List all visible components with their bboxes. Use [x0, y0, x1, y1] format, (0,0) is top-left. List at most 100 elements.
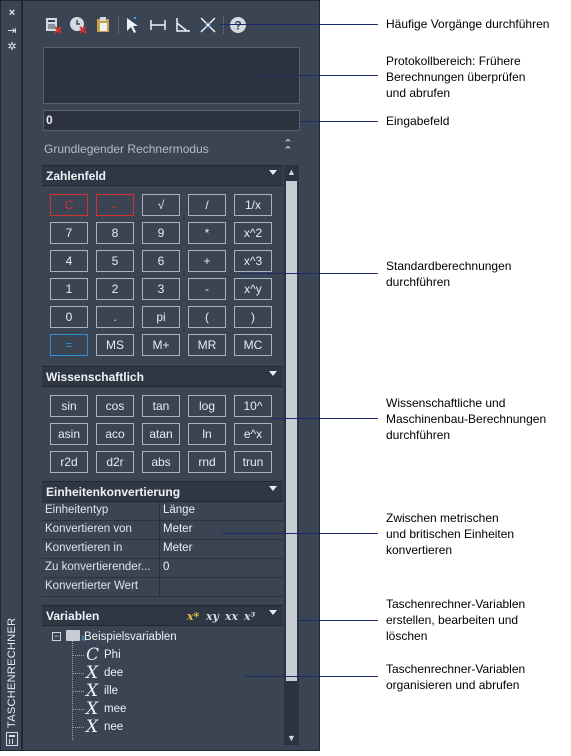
- settings-icon[interactable]: ✲: [5, 41, 19, 53]
- key-button[interactable]: pi: [142, 306, 180, 328]
- function-button[interactable]: log: [188, 395, 226, 417]
- pin-icon[interactable]: ⇥: [5, 25, 19, 37]
- variable-icon: X: [86, 663, 99, 683]
- scroll-thumb[interactable]: [286, 181, 297, 681]
- key-button[interactable]: MS: [96, 334, 134, 356]
- key-button[interactable]: M+: [142, 334, 180, 356]
- key-button[interactable]: -: [188, 278, 226, 300]
- collapse-all-icon[interactable]: ⌃ ⌃: [281, 139, 295, 157]
- function-button[interactable]: abs: [142, 451, 180, 473]
- key-button[interactable]: x^2: [234, 222, 272, 244]
- function-button[interactable]: r2d: [50, 451, 88, 473]
- chevron-down-icon[interactable]: [269, 486, 277, 491]
- key-button[interactable]: 2: [96, 278, 134, 300]
- paste-icon[interactable]: [93, 15, 113, 35]
- distance-icon[interactable]: [148, 15, 168, 35]
- key-button[interactable]: 3: [142, 278, 180, 300]
- input-box[interactable]: 0: [43, 110, 300, 131]
- clear-history-icon[interactable]: [68, 15, 88, 35]
- get-point-icon[interactable]: [123, 15, 143, 35]
- property-row[interactable]: Konvertierter Wert: [42, 578, 283, 597]
- property-value[interactable]: [160, 578, 283, 596]
- return-variable-icon[interactable]: x³: [244, 610, 258, 623]
- key-button[interactable]: 5: [96, 250, 134, 272]
- variable-item[interactable]: C Phi: [42, 646, 283, 664]
- scrollbar[interactable]: ▲ ▼: [284, 165, 299, 745]
- new-variable-icon[interactable]: x*: [187, 610, 201, 623]
- function-button[interactable]: tan: [142, 395, 180, 417]
- clear-icon[interactable]: [43, 15, 63, 35]
- chevron-down-icon[interactable]: [269, 170, 277, 175]
- function-button[interactable]: sin: [50, 395, 88, 417]
- section-title: Wissenschaftlich: [46, 370, 144, 384]
- intersection-icon[interactable]: [198, 15, 218, 35]
- variable-item[interactable]: Xille: [42, 682, 283, 700]
- callout-leader-line: [245, 676, 378, 677]
- key-button[interactable]: √: [142, 194, 180, 216]
- scroll-up-icon[interactable]: ▲: [284, 165, 299, 179]
- key-button[interactable]: 6: [142, 250, 180, 272]
- property-row[interactable]: Konvertieren von Meter: [42, 521, 283, 540]
- callout-text: Zwischen metrischen und britischen Einhe…: [386, 511, 515, 557]
- function-button[interactable]: trun: [234, 451, 272, 473]
- property-value[interactable]: Meter: [160, 521, 283, 539]
- key-button[interactable]: x^3: [234, 250, 272, 272]
- key-button[interactable]: MC: [234, 334, 272, 356]
- function-button[interactable]: d2r: [96, 451, 134, 473]
- function-button[interactable]: 10^: [234, 395, 272, 417]
- property-row[interactable]: Einheitentyp Länge: [42, 502, 283, 521]
- key-button[interactable]: 1/x: [234, 194, 272, 216]
- toolbar: ?: [43, 14, 253, 36]
- key-button[interactable]: +: [188, 250, 226, 272]
- scientific-pad: sin cos tan log 10^ asin aco atan ln e^x r2d d2r abs…: [42, 387, 283, 481]
- key-button[interactable]: 9: [142, 222, 180, 244]
- function-button[interactable]: cos: [96, 395, 134, 417]
- section-header-numpad[interactable]: Zahlenfeld: [42, 165, 283, 186]
- equals-button[interactable]: =: [50, 334, 88, 356]
- edit-variable-icon[interactable]: xy: [206, 610, 220, 623]
- angle-icon[interactable]: [173, 15, 193, 35]
- toolbar-separator: [118, 16, 119, 34]
- variable-item[interactable]: Xmee: [42, 700, 283, 718]
- help-icon[interactable]: ?: [228, 15, 248, 35]
- property-row[interactable]: Konvertieren in Meter: [42, 540, 283, 559]
- property-value[interactable]: Länge: [160, 502, 283, 520]
- key-button[interactable]: .: [96, 306, 134, 328]
- variable-name: dee: [104, 667, 124, 679]
- tree-root[interactable]: − Beispielsvariablen: [42, 628, 283, 646]
- backspace-button[interactable]: ←: [96, 194, 134, 216]
- delete-variable-icon[interactable]: xx: [225, 610, 239, 623]
- collapse-icon[interactable]: −: [52, 632, 61, 641]
- key-button[interactable]: 0: [50, 306, 88, 328]
- key-button[interactable]: x^y: [234, 278, 272, 300]
- function-button[interactable]: asin: [50, 423, 88, 445]
- variable-item[interactable]: Xnee: [42, 718, 283, 736]
- function-button[interactable]: rnd: [188, 451, 226, 473]
- chevron-down-icon[interactable]: [269, 610, 277, 615]
- key-button[interactable]: 7: [50, 222, 88, 244]
- function-button[interactable]: atan: [142, 423, 180, 445]
- property-value[interactable]: 0: [160, 559, 283, 577]
- key-button[interactable]: MR: [188, 334, 226, 356]
- chevron-down-icon[interactable]: [269, 371, 277, 376]
- section-header-scientific[interactable]: Wissenschaftlich: [42, 366, 283, 387]
- key-button[interactable]: /: [188, 194, 226, 216]
- scroll-down-icon[interactable]: ▼: [284, 731, 299, 745]
- function-button[interactable]: ln: [188, 423, 226, 445]
- key-button[interactable]: 1: [50, 278, 88, 300]
- clear-button[interactable]: C: [50, 194, 88, 216]
- key-button[interactable]: ): [234, 306, 272, 328]
- section-header-units[interactable]: Einheitenkonvertierung: [42, 481, 283, 502]
- keypad-row: = MS M+ MR MC: [50, 334, 283, 357]
- property-value[interactable]: Meter: [160, 540, 283, 558]
- key-button[interactable]: (: [188, 306, 226, 328]
- function-button[interactable]: e^x: [234, 423, 272, 445]
- section-header-variables[interactable]: Variablen x* xy xx x³: [42, 605, 283, 626]
- variable-item[interactable]: Xdee: [42, 664, 283, 682]
- key-button[interactable]: 4: [50, 250, 88, 272]
- function-button[interactable]: aco: [96, 423, 134, 445]
- key-button[interactable]: 8: [96, 222, 134, 244]
- close-icon[interactable]: ×: [5, 7, 19, 19]
- key-button[interactable]: *: [188, 222, 226, 244]
- property-row[interactable]: Zu konvertierender... 0: [42, 559, 283, 578]
